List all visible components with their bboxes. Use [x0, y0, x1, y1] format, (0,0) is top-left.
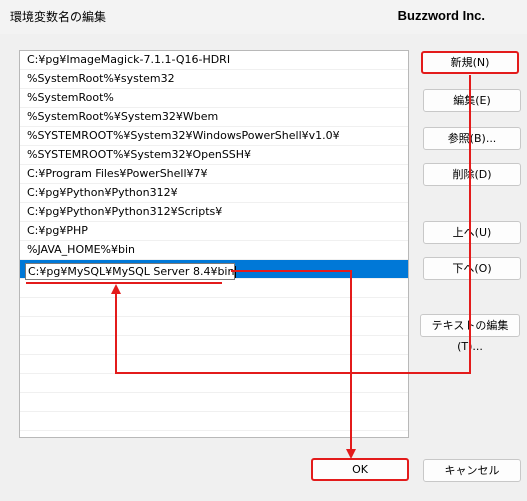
path-edit-value: C:¥pg¥MySQL¥MySQL Server 8.4¥bin: [28, 265, 235, 278]
list-item-empty[interactable]: [20, 355, 408, 374]
list-item-empty[interactable]: [20, 317, 408, 336]
list-item[interactable]: C:¥pg¥PHP: [20, 222, 408, 241]
list-item-empty[interactable]: [20, 393, 408, 412]
list-item[interactable]: %JAVA_HOME%¥bin: [20, 241, 408, 260]
cancel-button[interactable]: キャンセル: [423, 459, 521, 482]
list-item[interactable]: C:¥pg¥Python¥Python312¥: [20, 184, 408, 203]
list-item[interactable]: C:¥Program Files¥PowerShell¥7¥: [20, 165, 408, 184]
list-item[interactable]: C:¥pg¥ImageMagick-7.1.1-Q16-HDRI: [20, 51, 408, 70]
move-down-button[interactable]: 下へ(O): [423, 257, 521, 280]
browse-button[interactable]: 参照(B)...: [423, 127, 521, 150]
brand-label: Buzzword Inc.: [397, 8, 485, 23]
move-up-button[interactable]: 上へ(U): [423, 221, 521, 244]
edit-text-button[interactable]: テキストの編集(T)...: [420, 314, 520, 353]
window-title: 環境変数名の編集: [10, 10, 107, 24]
list-item[interactable]: %SYSTEMROOT%¥System32¥OpenSSH¥: [20, 146, 408, 165]
title-bar: 環境変数名の編集 Buzzword Inc.: [0, 0, 527, 34]
list-item[interactable]: %SystemRoot%¥system32: [20, 70, 408, 89]
list-item[interactable]: %SystemRoot%¥System32¥Wbem: [20, 108, 408, 127]
list-item-empty[interactable]: [20, 412, 408, 431]
list-item[interactable]: %SystemRoot%: [20, 89, 408, 108]
edit-button[interactable]: 編集(E): [423, 89, 521, 112]
list-item[interactable]: %SYSTEMROOT%¥System32¥WindowsPowerShell¥…: [20, 127, 408, 146]
list-item-empty[interactable]: [20, 279, 408, 298]
ok-button[interactable]: OK: [311, 458, 409, 481]
text-caret: [235, 266, 237, 278]
path-edit-input[interactable]: C:¥pg¥MySQL¥MySQL Server 8.4¥bin: [25, 263, 237, 280]
new-button[interactable]: 新規(N): [421, 51, 519, 74]
list-item[interactable]: C:¥pg¥Python¥Python312¥Scripts¥: [20, 203, 408, 222]
list-item-empty[interactable]: [20, 336, 408, 355]
list-item-empty[interactable]: [20, 298, 408, 317]
delete-button[interactable]: 削除(D): [423, 163, 521, 186]
list-item-empty[interactable]: [20, 374, 408, 393]
path-list[interactable]: C:¥pg¥ImageMagick-7.1.1-Q16-HDRI %System…: [19, 50, 409, 438]
